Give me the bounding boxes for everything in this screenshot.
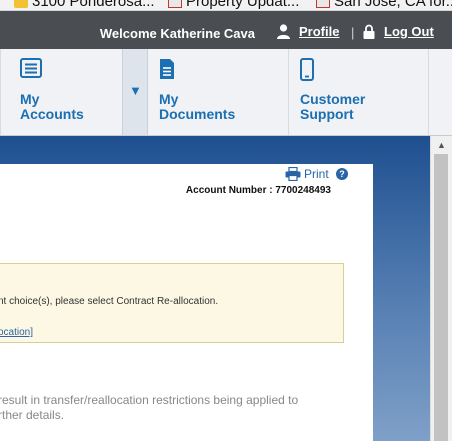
bookmark-item[interactable]: Property Updat... — [168, 0, 299, 10]
bookmark-favicon-icon — [14, 0, 28, 8]
nav-customer-support[interactable]: Customer Support — [288, 49, 428, 135]
scrollbar-thumb[interactable] — [434, 154, 448, 441]
nav-label-line: My — [159, 91, 179, 107]
nav-label: Customer Support — [300, 92, 365, 122]
bookmark-label: Property Updat... — [186, 0, 300, 10]
list-icon — [20, 58, 42, 78]
nav-my-accounts[interactable]: My Accounts — [0, 49, 122, 135]
content-panel: Print ? Account Number : 7700248493 nt c… — [0, 164, 373, 441]
bookmark-label: San Jose, CA for... — [334, 0, 452, 10]
bookmark-item[interactable]: 3100 Ponderosa... — [14, 0, 155, 10]
nav-label-line: Accounts — [20, 106, 84, 122]
notice-text: nt choice(s), please select Contract Re-… — [0, 296, 219, 307]
lock-icon — [363, 24, 375, 39]
bookmark-item[interactable]: San Jose, CA for... — [316, 0, 452, 10]
profile-link[interactable]: Profile — [277, 24, 339, 39]
gmail-icon — [168, 0, 182, 8]
logout-label[interactable]: Log Out — [384, 24, 434, 39]
print-link[interactable]: Print — [285, 167, 329, 181]
document-icon — [160, 59, 174, 79]
printer-icon — [285, 167, 301, 181]
caret-down-icon: ▼ — [129, 83, 142, 98]
notice-box: nt choice(s), please select Contract Re-… — [0, 263, 344, 343]
gmail-icon — [316, 0, 330, 8]
mobile-phone-icon — [300, 58, 314, 81]
contract-reallocation-link[interactable]: ocation] — [0, 327, 33, 338]
nav-label-line: Documents — [159, 106, 236, 122]
bookmarks-bar: 3100 Ponderosa... Property Updat... San … — [0, 0, 452, 11]
help-icon[interactable]: ? — [336, 168, 348, 180]
profile-label[interactable]: Profile — [299, 24, 339, 39]
nav-label: My Accounts — [20, 92, 84, 122]
main-nav: My Accounts ▼ My Documents Customer Supp… — [0, 49, 452, 136]
nav-label-line: Support — [300, 106, 354, 122]
accounts-dropdown-toggle[interactable]: ▼ — [122, 49, 148, 135]
logout-link[interactable]: Log Out — [363, 24, 434, 39]
welcome-text: Welcome Katherine Cava — [99, 26, 255, 41]
bookmark-label: 3100 Ponderosa... — [32, 0, 155, 10]
account-number: Account Number : 7700248493 — [185, 185, 331, 196]
nav-label: My Documents — [159, 92, 235, 122]
vertical-scrollbar[interactable]: ▲ — [430, 136, 452, 441]
user-icon — [277, 24, 290, 39]
nav-label-line: My — [20, 91, 40, 107]
nav-label-line: Customer — [300, 91, 366, 107]
header-separator: | — [351, 25, 355, 40]
top-bar: Welcome Katherine Cava Profile | Log Out — [0, 11, 452, 49]
nav-item-more[interactable] — [428, 49, 452, 135]
scroll-up-icon[interactable]: ▲ — [431, 136, 452, 153]
body-text: rther details. — [0, 408, 65, 422]
body-text: result in transfer/reallocation restrict… — [0, 393, 299, 407]
nav-my-documents[interactable]: My Documents — [148, 49, 288, 135]
print-label[interactable]: Print — [304, 167, 329, 181]
